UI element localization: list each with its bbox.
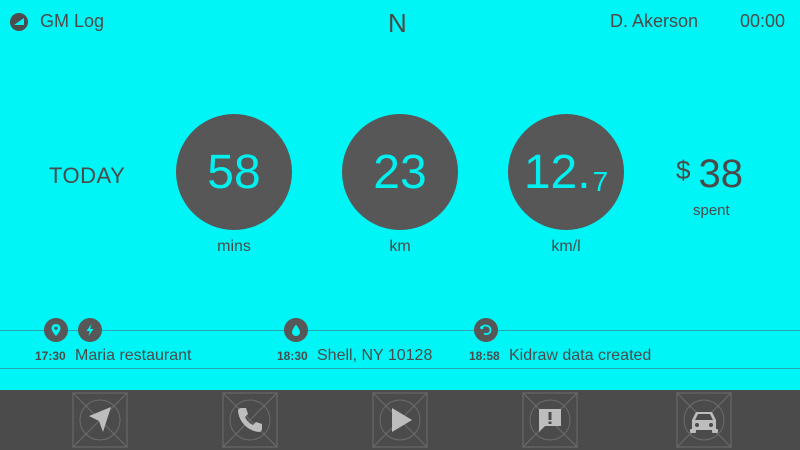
timeline-line — [0, 330, 800, 331]
currency-symbol: $ — [676, 155, 691, 185]
event-time: 18:58 — [469, 349, 500, 363]
minutes-stat: 58 — [176, 114, 292, 230]
event-time: 17:30 — [35, 349, 66, 363]
spent-value: 38 — [698, 152, 743, 196]
gm-log-icon — [10, 13, 28, 31]
event-label[interactable]: Shell, NY 10128 — [317, 347, 432, 365]
spent-label: spent — [693, 202, 730, 219]
lightning-icon[interactable] — [78, 318, 102, 342]
minutes-value: 58 — [207, 145, 261, 199]
compass-heading: N — [388, 8, 407, 38]
minutes-unit: mins — [217, 238, 251, 255]
car-icon — [690, 412, 718, 433]
user-name[interactable]: D. Akerson — [610, 11, 698, 32]
fuel-economy-value: 12. — [523, 145, 591, 199]
alert-message-icon — [539, 409, 561, 432]
distance-unit: km — [389, 238, 411, 255]
phone-button[interactable] — [220, 390, 280, 450]
event-time: 18:30 — [277, 349, 308, 363]
app-title: GM Log — [40, 11, 105, 31]
clock: 00:00 — [740, 11, 786, 31]
fuel-drop-icon[interactable] — [284, 318, 308, 342]
spent-amount: $38 — [676, 152, 743, 197]
distance-stat: 23 — [342, 114, 458, 230]
location-pin-icon[interactable] — [44, 318, 68, 342]
alert-message-button[interactable] — [520, 390, 580, 450]
bottom-nav-bar — [0, 390, 800, 450]
fuel-economy-unit: km/l — [551, 238, 581, 255]
distance-value: 23 — [373, 145, 427, 199]
play-button[interactable] — [370, 390, 430, 450]
car-button[interactable] — [674, 390, 734, 450]
navigation-button[interactable] — [70, 390, 130, 450]
fuel-economy-stat: 12. 7 — [508, 114, 624, 230]
fuel-economy-decimal: 7 — [592, 166, 609, 197]
event-label[interactable]: Kidraw data created — [509, 347, 651, 365]
period-label: TODAY — [49, 163, 126, 188]
timeline-divider — [0, 368, 800, 369]
data-curve-icon[interactable] — [474, 318, 498, 342]
event-label[interactable]: Maria restaurant — [75, 347, 192, 365]
